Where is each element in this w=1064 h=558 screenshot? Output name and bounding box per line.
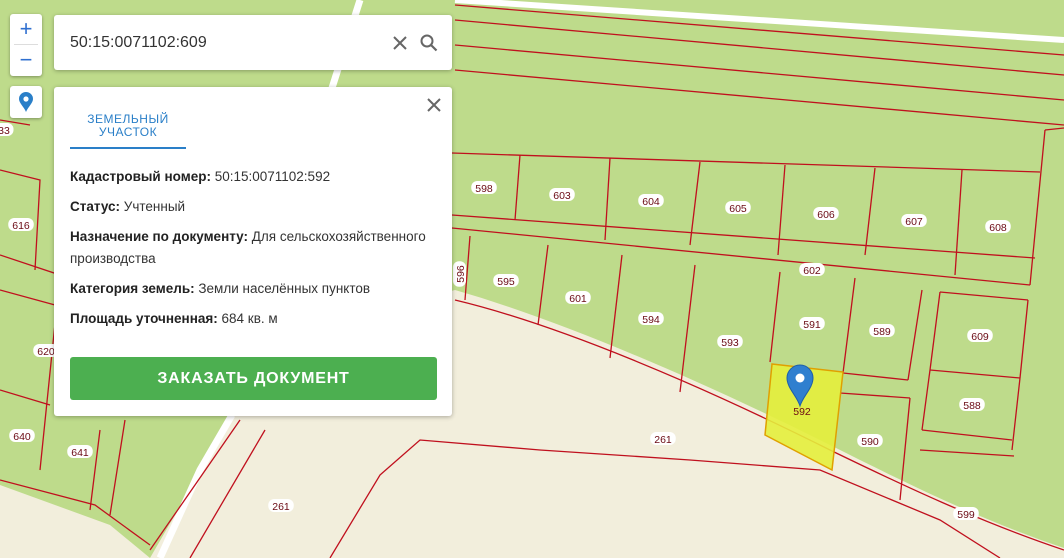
plot-label-text: 608 bbox=[989, 222, 1007, 234]
plot-label-604: 604 bbox=[638, 194, 664, 208]
plot-label-text: 602 bbox=[803, 265, 821, 277]
plot-label-text: 640 bbox=[13, 431, 31, 443]
plot-label-609: 609 bbox=[967, 329, 993, 343]
plot-label-594: 594 bbox=[638, 312, 664, 326]
plot-label-text: 589 bbox=[873, 326, 891, 338]
plot-label-text: 620 bbox=[37, 346, 55, 358]
plot-label-261: 261 bbox=[268, 499, 294, 513]
parcel-info-panel: ЗЕМЕЛЬНЫЙ УЧАСТОК Кадастровый номер: 50:… bbox=[54, 87, 452, 416]
category-row: Категория земель: Земли населённых пункт… bbox=[70, 278, 440, 300]
plot-label-text: 595 bbox=[497, 276, 515, 288]
plot-label-text: 603 bbox=[553, 190, 571, 202]
status-value: Учтенный bbox=[123, 199, 186, 214]
plot-label-text: 599 bbox=[957, 509, 975, 521]
zoom-out-button[interactable]: − bbox=[10, 45, 42, 75]
cadastral-value: 50:15:0071102:592 bbox=[214, 169, 331, 184]
plot-label-text: 607 bbox=[905, 216, 923, 228]
plot-label-640: 640 bbox=[9, 429, 35, 443]
tab-land-plot[interactable]: ЗЕМЕЛЬНЫЙ УЧАСТОК bbox=[70, 113, 186, 149]
area-row: Площадь уточненная: 684 кв. м bbox=[70, 308, 440, 330]
plot-label-606: 606 bbox=[813, 207, 839, 221]
category-label: Категория земель: bbox=[70, 281, 195, 296]
plot-label-text: 588 bbox=[963, 400, 981, 412]
location-button[interactable] bbox=[10, 86, 42, 118]
plot-label-text: 596 bbox=[455, 265, 467, 283]
plot-label-607: 607 bbox=[901, 214, 927, 228]
plot-label-602: 602 bbox=[799, 263, 825, 277]
plot-label-text: 591 bbox=[803, 319, 821, 331]
area-label: Площадь уточненная: bbox=[70, 311, 218, 326]
plot-label-598: 598 bbox=[471, 181, 497, 195]
plot-label-text: 261 bbox=[272, 501, 290, 513]
category-value: Земли населённых пунктов bbox=[198, 281, 371, 296]
zoom-in-button[interactable]: + bbox=[10, 14, 42, 44]
plot-label-641: 641 bbox=[67, 445, 93, 459]
clear-icon[interactable] bbox=[391, 34, 409, 52]
cadastral-row: Кадастровый номер: 50:15:0071102:592 bbox=[70, 166, 440, 188]
status-row: Статус: Учтенный bbox=[70, 196, 440, 218]
search-icon[interactable] bbox=[420, 34, 438, 52]
plot-label-595: 595 bbox=[493, 274, 519, 288]
plot-label-text: 593 bbox=[721, 337, 739, 349]
plot-label-592: 592 bbox=[793, 406, 811, 418]
plot-label-261: 261 bbox=[650, 432, 676, 446]
area-value: 684 кв. м bbox=[221, 311, 278, 326]
cadastral-label: Кадастровый номер: bbox=[70, 169, 211, 184]
plot-label-593: 593 bbox=[717, 335, 743, 349]
plot-label-text: 261 bbox=[654, 434, 672, 446]
plot-label-text: 641 bbox=[71, 447, 89, 459]
plot-label-588: 588 bbox=[959, 398, 985, 412]
plot-label-text: 609 bbox=[971, 331, 989, 343]
plot-label-596: 596 bbox=[453, 261, 467, 287]
plot-label-603: 603 bbox=[549, 188, 575, 202]
plot-label-text: 590 bbox=[861, 436, 879, 448]
plot-label-text: 33 bbox=[0, 125, 10, 137]
order-document-button[interactable]: ЗАКАЗАТЬ ДОКУМЕНТ bbox=[70, 357, 437, 400]
plot-label-text: 605 bbox=[729, 203, 747, 215]
status-label: Статус: bbox=[70, 199, 120, 214]
plot-label-601: 601 bbox=[565, 291, 591, 305]
plot-label-591: 591 bbox=[799, 317, 825, 331]
plot-label-text: 604 bbox=[642, 196, 660, 208]
zoom-control: + − bbox=[10, 14, 42, 76]
plot-label-599: 599 bbox=[953, 507, 979, 521]
plot-label-616: 616 bbox=[8, 218, 34, 232]
plot-label-605: 605 bbox=[725, 201, 751, 215]
plot-label-608: 608 bbox=[985, 220, 1011, 234]
plot-label-text: 606 bbox=[817, 209, 835, 221]
plot-label-590: 590 bbox=[857, 434, 883, 448]
plot-label-text: 601 bbox=[569, 293, 587, 305]
search-input[interactable] bbox=[70, 31, 370, 55]
map-pin-icon bbox=[19, 92, 33, 112]
purpose-row: Назначение по документу: Для сельскохозя… bbox=[70, 226, 440, 270]
close-icon[interactable] bbox=[426, 97, 442, 113]
plot-label-text: 594 bbox=[642, 314, 660, 326]
plot-label-589: 589 bbox=[869, 324, 895, 338]
plot-label-text: 598 bbox=[475, 183, 493, 195]
plot-label-text: 616 bbox=[12, 220, 30, 232]
purpose-label: Назначение по документу: bbox=[70, 229, 248, 244]
plot-label-text: 592 bbox=[793, 406, 811, 418]
search-bar bbox=[54, 15, 452, 70]
